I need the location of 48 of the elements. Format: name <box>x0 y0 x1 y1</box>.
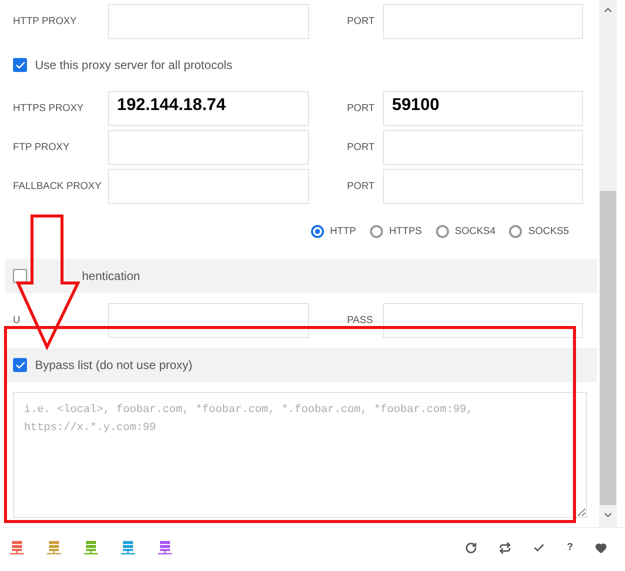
check-icon <box>14 360 26 370</box>
section-title: hentication <box>82 268 140 285</box>
text-field[interactable] <box>383 130 583 165</box>
field-label: PORT <box>347 180 375 194</box>
check-icon <box>14 60 26 70</box>
field-label: PASS <box>347 314 373 328</box>
server-icon[interactable] <box>158 540 172 554</box>
text-field[interactable] <box>383 4 583 39</box>
field-label: U <box>13 314 20 328</box>
field-label: HTTP PROXY <box>12 15 78 29</box>
field-label: FALLBACK PROXY <box>12 180 102 194</box>
field-label: HTTPS PROXY <box>12 102 85 116</box>
text-field[interactable] <box>108 4 309 39</box>
checkbox-label: Use this proxy server for all protocols <box>35 57 232 74</box>
checkbox[interactable] <box>13 269 27 283</box>
field-label: FTP PROXY <box>12 141 70 155</box>
repeat-icon[interactable] <box>498 542 511 554</box>
radio-label: HTTPS <box>389 225 422 239</box>
text-field[interactable]: 192.144.18.74 <box>108 91 309 126</box>
server-icon[interactable] <box>121 540 135 554</box>
checkbox[interactable] <box>13 58 27 72</box>
server-icon[interactable] <box>84 540 98 554</box>
radio-label: SOCKS5 <box>528 225 569 239</box>
bypass-textarea[interactable]: i.e. <local>, foobar.com, *foobar.com, *.foobar.com, *foobar.com:99, https://x.*.y.com:99 <box>13 392 587 518</box>
server-icon[interactable] <box>10 540 24 554</box>
radio-button[interactable] <box>436 225 449 238</box>
radio-button[interactable] <box>509 225 522 238</box>
radio-button[interactable] <box>370 225 384 238</box>
server-icon[interactable] <box>47 540 61 554</box>
text-field[interactable] <box>108 169 309 204</box>
help-button[interactable]: ? <box>566 540 573 555</box>
radio-button[interactable] <box>310 225 324 238</box>
section-title: Bypass list (do not use proxy) <box>35 357 192 374</box>
text-field[interactable] <box>383 169 583 204</box>
radio-label: HTTP <box>330 225 356 239</box>
radio-label: SOCKS4 <box>454 225 496 239</box>
check-icon[interactable] <box>532 542 545 554</box>
text-field[interactable] <box>108 303 309 338</box>
checkbox[interactable] <box>13 358 27 372</box>
heart-icon[interactable] <box>595 542 607 554</box>
reload-icon[interactable] <box>464 542 477 554</box>
field-label: PORT <box>347 102 375 116</box>
text-field[interactable] <box>383 303 583 338</box>
field-label: PORT <box>347 141 375 155</box>
text-field[interactable]: 59100 <box>383 91 583 126</box>
scrollbar[interactable] <box>599 0 617 527</box>
field-label: PORT <box>347 15 375 29</box>
text-field[interactable] <box>108 130 309 165</box>
